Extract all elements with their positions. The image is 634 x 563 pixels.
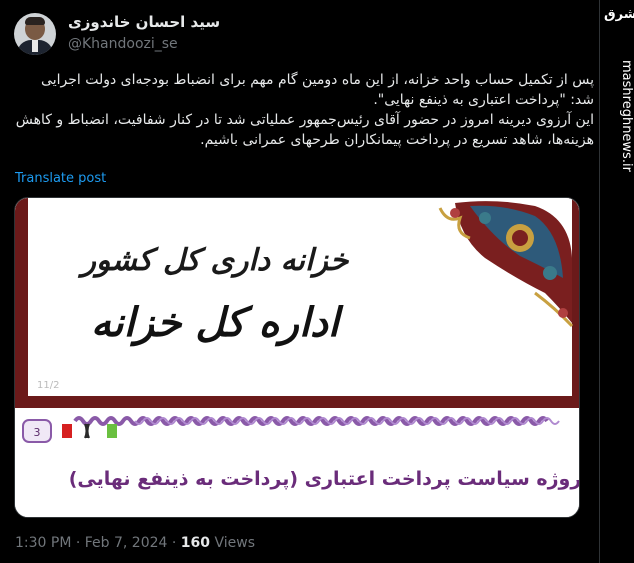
iran-emblem-icon (84, 423, 90, 439)
card-line-1: خزانه داری کل کشور (78, 243, 350, 278)
watermark-logo: مشرق (604, 7, 634, 22)
watermark-url: mashreghnews.ir (619, 60, 634, 172)
watermark: مشرق mashreghnews.ir (600, 0, 634, 563)
treasury-slide-image: خزانه داری کل کشور اداره کل خزانه 11/2 3… (15, 198, 580, 517)
tweet-paragraph-2: این آرزوی دیرینه امروز در حضور آقای رئیس… (15, 112, 594, 148)
views-count: 160 (180, 535, 211, 551)
green-square (107, 424, 117, 438)
author-handle[interactable]: @Khandoozi_se (68, 36, 178, 52)
tweet-meta: 1:30 PM · Feb 7, 2024 · 160 Views (15, 535, 255, 551)
card-corner-mark: 11/2 (37, 380, 59, 391)
card-line-2: اداره کل خزانه (91, 299, 344, 347)
avatar[interactable] (14, 13, 56, 55)
translate-post-link[interactable]: Translate post (15, 171, 106, 186)
author-name[interactable]: سید احسان خاندوزی (68, 13, 220, 31)
views-label: Views (210, 535, 255, 551)
timestamp[interactable]: 1:30 PM · Feb 7, 2024 · (15, 535, 181, 551)
media-image[interactable]: خزانه داری کل کشور اداره کل خزانه 11/2 3… (14, 197, 580, 518)
tweet-paragraph-1: پس از تکمیل حساب واحد خزانه، از این ماه … (41, 72, 594, 108)
tweet: سید احسان خاندوزی @Khandoozi_se پس از تک… (0, 0, 600, 563)
red-square (62, 424, 72, 438)
slide-number: 3 (34, 426, 41, 439)
card-caption: پروژه سیاست پرداخت اعتباری (پرداخت به ذی… (69, 468, 580, 490)
tweet-text: پس از تکمیل حساب واحد خزانه، از این ماه … (14, 70, 594, 150)
ornament-decoration (435, 198, 574, 328)
slide-emblem-icon: 3 (22, 419, 52, 443)
